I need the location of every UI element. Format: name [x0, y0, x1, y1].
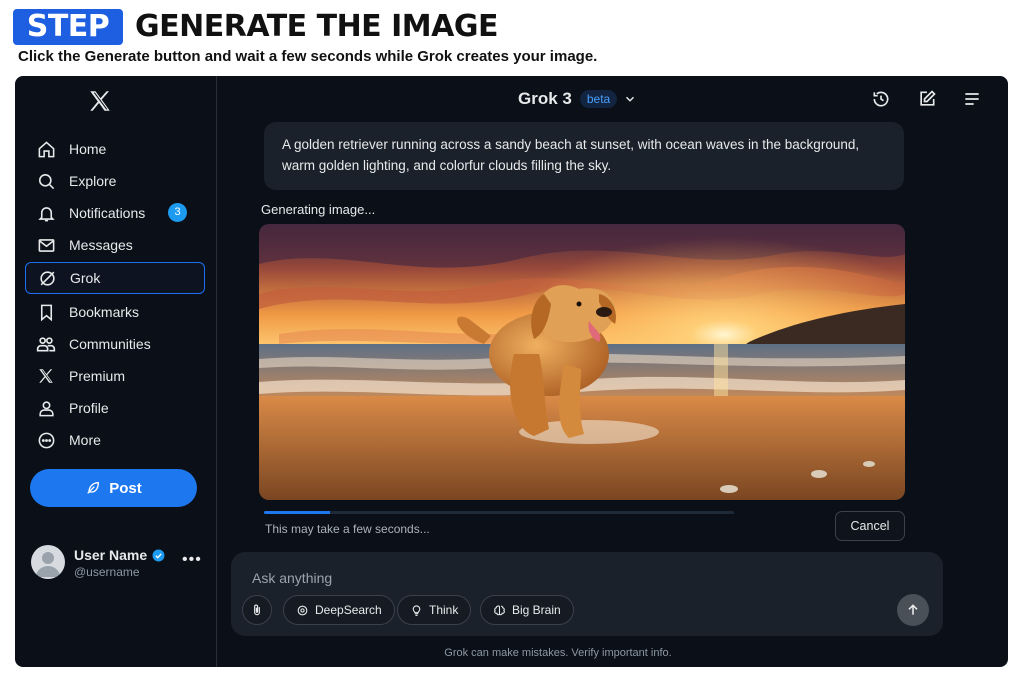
cancel-button[interactable]: Cancel — [835, 511, 905, 541]
communities-icon — [36, 334, 56, 354]
sidebar-item-communities[interactable]: Communities — [25, 328, 205, 360]
generating-status: Generating image... — [261, 202, 376, 217]
bell-icon — [36, 203, 56, 223]
sidebar-item-label: More — [69, 432, 101, 448]
sidebar-item-label: Bookmarks — [69, 304, 140, 320]
sidebar-item-label: Premium — [69, 368, 126, 384]
model-name: Grok 3 — [518, 89, 572, 108]
history-icon[interactable] — [870, 88, 892, 110]
edit-icon[interactable] — [916, 88, 938, 110]
person-icon — [36, 398, 56, 418]
brain-icon — [493, 604, 506, 617]
step-title: GENERATE THE IMAGE — [135, 9, 498, 44]
sidebar-item-label: Profile — [69, 400, 109, 416]
sidebar-item-profile[interactable]: Profile — [25, 392, 205, 424]
sidebar-item-messages[interactable]: Messages — [25, 229, 205, 261]
verified-badge-icon — [152, 549, 165, 562]
lightbulb-icon — [410, 604, 423, 617]
sidebar: Home Explore Notifications 3 Messages Gr… — [15, 76, 217, 667]
user-handle: @username — [74, 565, 140, 579]
chip-label: Big Brain — [512, 603, 561, 617]
grok-main-panel: Grok 3 beta A golden retriever running a… — [218, 76, 1008, 667]
sidebar-item-label: Notifications — [69, 205, 146, 221]
composer: DeepSearch Think Big Brain — [231, 552, 943, 636]
sidebar-item-more[interactable]: More — [25, 424, 205, 456]
grok-app-window: Home Explore Notifications 3 Messages Gr… — [15, 76, 1008, 667]
attach-button[interactable] — [242, 595, 272, 625]
mail-icon — [36, 235, 56, 255]
step-badge: STEP 4: — [13, 9, 123, 80]
grok-icon — [37, 268, 57, 288]
sidebar-item-label: Home — [69, 141, 107, 157]
send-button[interactable] — [897, 594, 929, 626]
sidebar-item-bookmarks[interactable]: Bookmarks — [25, 296, 205, 328]
user-name-text: User Name — [74, 547, 148, 563]
sidebar-item-label: Explore — [69, 173, 117, 189]
step-subtitle: Click the Generate button and wait a few… — [18, 48, 598, 65]
more-circle-icon — [36, 430, 56, 450]
model-selector[interactable]: Grok 3 beta — [518, 88, 637, 110]
user-name: User Name — [74, 547, 165, 563]
chip-label: DeepSearch — [315, 603, 382, 617]
sidebar-item-grok[interactable]: Grok — [25, 262, 205, 294]
think-toggle[interactable]: Think — [397, 595, 472, 625]
menu-icon[interactable] — [961, 88, 983, 110]
ask-input[interactable] — [252, 568, 752, 588]
deepsearch-toggle[interactable]: DeepSearch — [283, 595, 395, 625]
sidebar-item-label: Grok — [70, 270, 101, 286]
feather-icon — [85, 480, 101, 496]
sidebar-item-premium[interactable]: Premium — [25, 360, 205, 392]
home-icon — [36, 139, 56, 159]
x-logo-icon — [36, 366, 56, 386]
wait-message: This may take a few seconds... — [265, 522, 430, 536]
avatar[interactable] — [31, 545, 65, 579]
account-more-button[interactable]: ••• — [182, 552, 202, 568]
user-prompt-bubble: A golden retriever running across a sand… — [264, 122, 904, 190]
paperclip-icon — [250, 603, 264, 617]
sidebar-item-label: Communities — [69, 336, 151, 352]
disclaimer: Grok can make mistakes. Verify important… — [444, 647, 672, 659]
deepsearch-icon — [296, 604, 309, 617]
bookmark-icon — [36, 302, 56, 322]
post-button-label: Post — [109, 479, 142, 497]
search-icon — [36, 171, 56, 191]
generation-progress-fill — [264, 511, 330, 514]
post-button[interactable]: Post — [30, 469, 197, 507]
beta-badge: beta — [579, 90, 618, 108]
x-logo-icon[interactable] — [87, 88, 113, 114]
chip-label: Think — [429, 603, 459, 617]
chevron-down-icon — [623, 92, 637, 106]
sidebar-item-explore[interactable]: Explore — [25, 165, 205, 197]
sidebar-item-home[interactable]: Home — [25, 133, 205, 165]
arrow-up-icon — [905, 602, 921, 618]
generation-progress-bar — [264, 511, 734, 514]
generated-image — [259, 224, 905, 500]
sidebar-item-label: Messages — [69, 237, 133, 253]
big-brain-toggle[interactable]: Big Brain — [480, 595, 574, 625]
notification-count-badge: 3 — [168, 203, 187, 222]
